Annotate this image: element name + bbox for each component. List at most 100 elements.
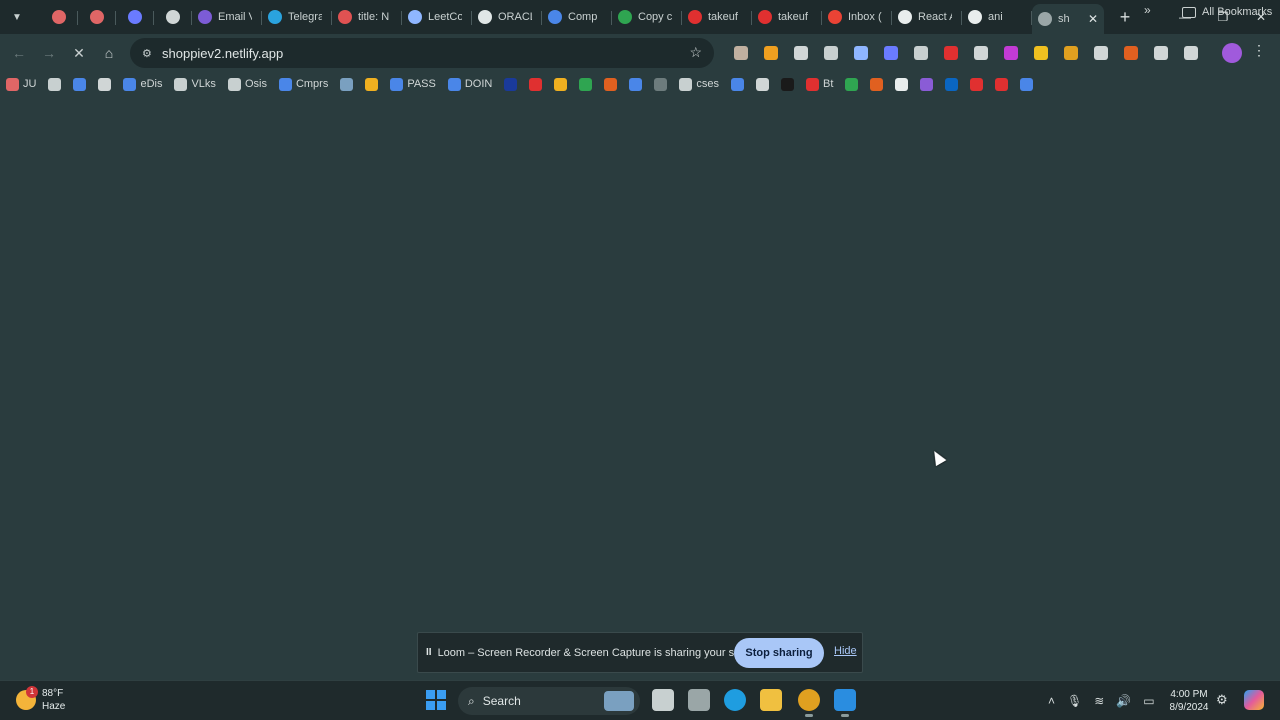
- weather-widget[interactable]: 1 88°F Haze: [16, 686, 65, 713]
- bookmark-star-icon[interactable]: ☆: [689, 44, 702, 61]
- bookmark-item[interactable]: JU: [0, 72, 42, 96]
- url-text[interactable]: shoppiev2.netlify.app: [162, 46, 283, 61]
- stop-sharing-button[interactable]: Stop sharing: [734, 638, 824, 668]
- new-tab-button[interactable]: +: [1114, 7, 1136, 28]
- tab[interactable]: [116, 3, 154, 31]
- address-bar[interactable]: ⚙ shoppiev2.netlify.app ☆: [130, 38, 714, 68]
- browser-menu-icon[interactable]: ⋮: [1252, 42, 1266, 59]
- edge-icon[interactable]: [724, 689, 746, 711]
- bookmark-item[interactable]: Bt: [800, 72, 839, 96]
- task-view-icon[interactable]: [652, 689, 674, 711]
- extension-button[interactable]: [1086, 38, 1116, 68]
- extension-button[interactable]: [996, 38, 1026, 68]
- tab[interactable]: takeuf: [682, 3, 752, 31]
- volume-icon[interactable]: 🔊: [1116, 694, 1131, 708]
- stop-loading-button[interactable]: ✕: [64, 38, 94, 68]
- tab-active[interactable]: sh ✕: [1032, 4, 1104, 34]
- bookmark-item[interactable]: [750, 72, 775, 96]
- bookmark-item[interactable]: [775, 72, 800, 96]
- extension-button[interactable]: [786, 38, 816, 68]
- extension-button[interactable]: [726, 38, 756, 68]
- bookmark-item[interactable]: [623, 72, 648, 96]
- bookmark-item[interactable]: [42, 72, 67, 96]
- tab[interactable]: takeuf: [752, 3, 822, 31]
- notification-bell-icon[interactable]: ⚙: [1216, 692, 1228, 708]
- extension-button[interactable]: [756, 38, 786, 68]
- battery-icon[interactable]: ▭: [1143, 694, 1154, 708]
- bookmark-item[interactable]: [548, 72, 573, 96]
- bookmark-item[interactable]: [989, 72, 1014, 96]
- tab-close-icon[interactable]: ✕: [1088, 12, 1098, 26]
- bookmark-item[interactable]: Cmprs: [273, 72, 334, 96]
- tab[interactable]: Telegra: [262, 3, 332, 31]
- forward-button[interactable]: →: [34, 38, 64, 68]
- bookmark-item[interactable]: [914, 72, 939, 96]
- pause-icon[interactable]: II: [426, 647, 432, 658]
- extension-button[interactable]: [1176, 38, 1206, 68]
- bookmark-item[interactable]: [598, 72, 623, 96]
- extension-button[interactable]: [876, 38, 906, 68]
- extension-button[interactable]: [816, 38, 846, 68]
- bookmark-item[interactable]: [839, 72, 864, 96]
- bookmark-item[interactable]: Osis: [222, 72, 273, 96]
- extension-button[interactable]: [966, 38, 996, 68]
- tab[interactable]: React A: [892, 3, 962, 31]
- bookmarks-overflow-button[interactable]: »: [1144, 3, 1151, 17]
- all-bookmarks-button[interactable]: All Bookmarks: [1182, 0, 1272, 24]
- back-button[interactable]: ←: [4, 38, 34, 68]
- wifi-icon[interactable]: ≋: [1094, 694, 1104, 708]
- tab[interactable]: Copy c: [612, 3, 682, 31]
- bookmark-item[interactable]: VLks: [168, 72, 221, 96]
- bookmark-item[interactable]: [334, 72, 359, 96]
- home-button[interactable]: ⌂: [94, 38, 124, 68]
- tab[interactable]: [78, 3, 116, 31]
- tab[interactable]: Inbox (: [822, 3, 892, 31]
- clock[interactable]: 4:00 PM 8/9/2024: [1166, 688, 1212, 714]
- bookmark-item[interactable]: [864, 72, 889, 96]
- bookmark-item[interactable]: DOIN: [442, 72, 499, 96]
- bookmark-item[interactable]: cses: [673, 72, 725, 96]
- tab[interactable]: LeetCo: [402, 3, 472, 31]
- taskbar-search[interactable]: ⌕ Search: [458, 687, 640, 715]
- microphone-icon[interactable]: 🎙: [1067, 694, 1082, 708]
- extension-button[interactable]: [1116, 38, 1146, 68]
- settings-icon[interactable]: [688, 689, 710, 711]
- tab[interactable]: Email V: [192, 3, 262, 31]
- tab[interactable]: [154, 3, 192, 31]
- tab[interactable]: [40, 3, 78, 31]
- site-info-icon[interactable]: ⚙: [142, 47, 156, 60]
- file-explorer-icon[interactable]: [760, 689, 782, 711]
- bookmark-item[interactable]: [498, 72, 523, 96]
- bookmark-item[interactable]: [1014, 72, 1039, 96]
- bookmark-item[interactable]: [964, 72, 989, 96]
- bookmark-item[interactable]: PASS: [384, 72, 442, 96]
- extension-button[interactable]: [1146, 38, 1176, 68]
- hide-link[interactable]: Hide: [834, 645, 857, 657]
- extension-button[interactable]: [1056, 38, 1086, 68]
- tab-search-button[interactable]: ▼: [6, 6, 28, 28]
- bookmark-item[interactable]: eDis: [117, 72, 168, 96]
- bookmark-item[interactable]: [648, 72, 673, 96]
- extension-button[interactable]: [936, 38, 966, 68]
- profile-avatar[interactable]: [1222, 43, 1242, 63]
- vscode-icon[interactable]: [834, 689, 856, 717]
- copilot-icon[interactable]: [1244, 690, 1264, 710]
- bookmark-item[interactable]: [92, 72, 117, 96]
- tab[interactable]: title: N: [332, 3, 402, 31]
- bookmark-item[interactable]: [359, 72, 384, 96]
- chevron-up-icon[interactable]: ˄: [1048, 694, 1055, 708]
- bookmark-item[interactable]: [523, 72, 548, 96]
- chrome-icon[interactable]: [798, 689, 820, 717]
- tab[interactable]: ani: [962, 3, 1032, 31]
- start-button[interactable]: [426, 690, 446, 710]
- bookmark-item[interactable]: [573, 72, 598, 96]
- extension-button[interactable]: [846, 38, 876, 68]
- bookmark-item[interactable]: [67, 72, 92, 96]
- bookmark-item[interactable]: [889, 72, 914, 96]
- tab[interactable]: Comp: [542, 3, 612, 31]
- bookmark-item[interactable]: [725, 72, 750, 96]
- bookmark-item[interactable]: [939, 72, 964, 96]
- tab[interactable]: ORACL: [472, 3, 542, 31]
- extension-button[interactable]: [1026, 38, 1056, 68]
- extension-button[interactable]: [906, 38, 936, 68]
